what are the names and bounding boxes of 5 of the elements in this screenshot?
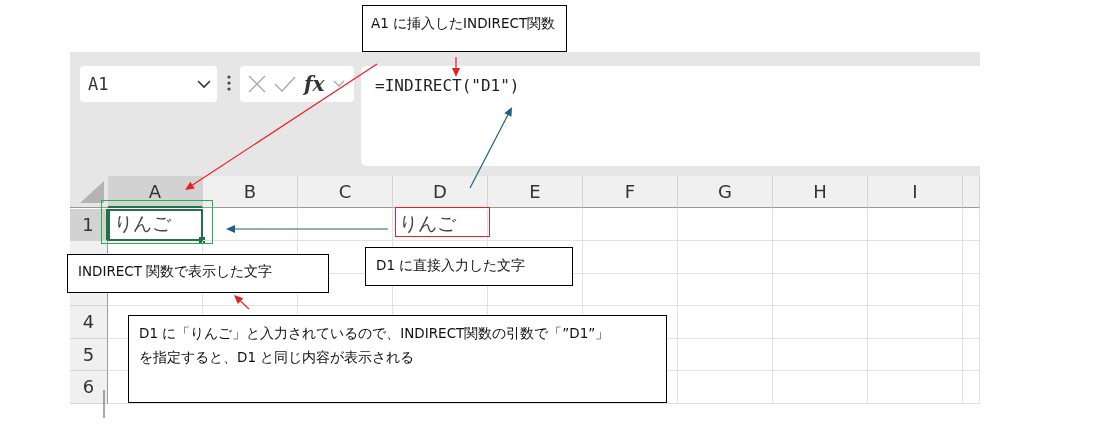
callout-text: A1 に挿入したINDIRECT関数 [371, 14, 556, 33]
callout-text: D1 に直接入力した文字 [376, 256, 526, 275]
callout-text: D1 に「りんご」と入力されているので、INDIRECT関数の引数で「”D1”」 [139, 324, 610, 343]
callout-text: INDIRECT 関数で表示した文字 [78, 262, 273, 281]
callout-text: を指定すると、D1 と同じ内容が表示される [139, 348, 415, 368]
